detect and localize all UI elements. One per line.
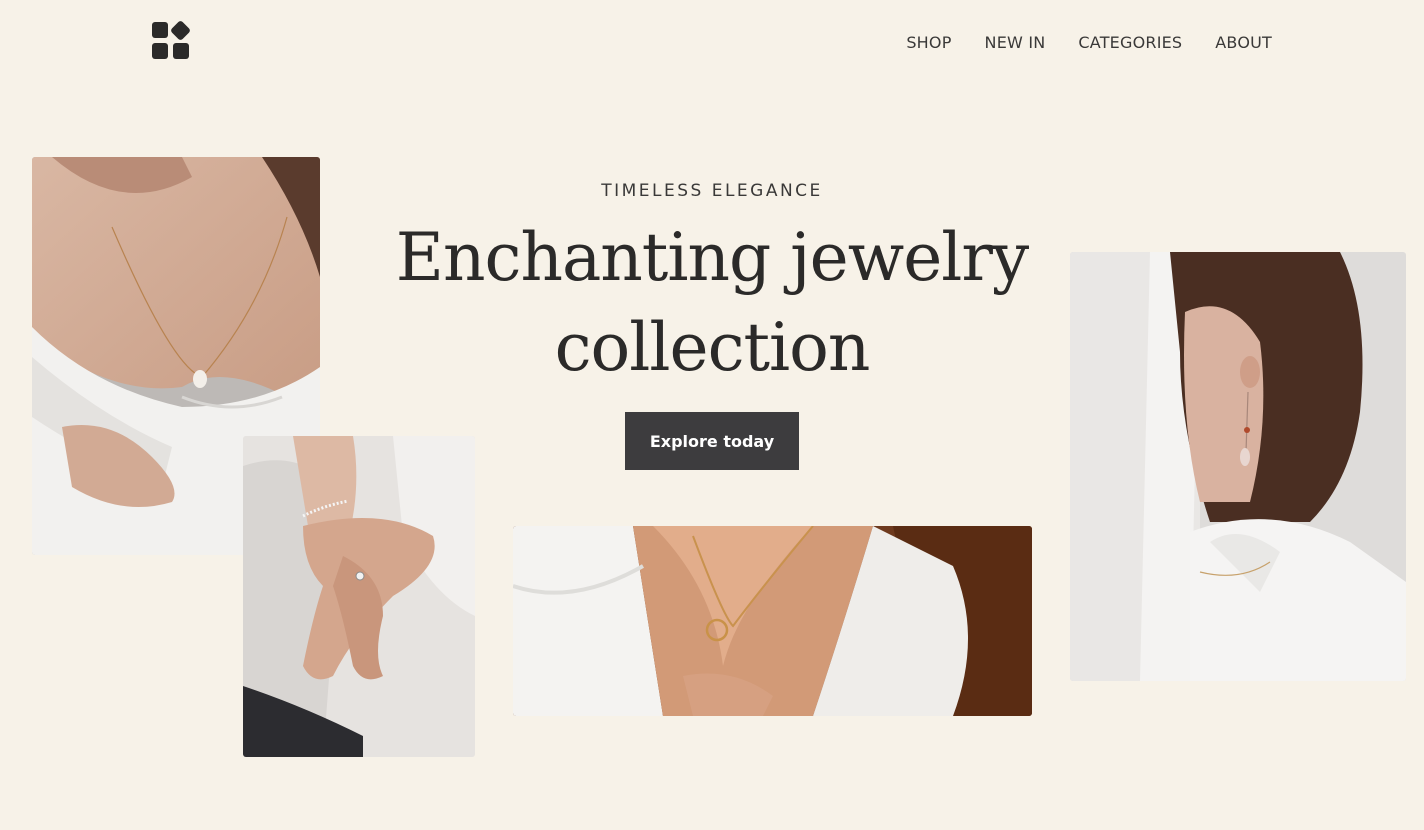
nav-about[interactable]: ABOUT bbox=[1215, 33, 1272, 52]
headline-line-2: collection bbox=[554, 309, 871, 386]
headline-line-1: Enchanting jewelry bbox=[395, 219, 1029, 296]
brand-logo-icon[interactable] bbox=[152, 19, 192, 60]
page: SHOP NEW IN CATEGORIES ABOUT TIMELESS EL… bbox=[0, 0, 1424, 830]
explore-button[interactable]: Explore today bbox=[625, 412, 799, 470]
pendant-necklace-photo bbox=[513, 526, 1032, 716]
logo-diamond bbox=[169, 19, 192, 42]
nav-shop[interactable]: SHOP bbox=[906, 33, 951, 52]
nav-categories[interactable]: CATEGORIES bbox=[1078, 33, 1182, 52]
nav-new-in[interactable]: NEW IN bbox=[985, 33, 1046, 52]
logo-square bbox=[152, 22, 168, 38]
hands-ring-photo bbox=[243, 436, 475, 757]
hero-headline: Enchanting jewelry collection bbox=[362, 213, 1062, 393]
earring-portrait-photo bbox=[1070, 252, 1406, 681]
logo-square bbox=[152, 43, 168, 59]
hero-eyebrow: TIMELESS ELEGANCE bbox=[601, 181, 823, 201]
logo-square bbox=[173, 43, 189, 59]
main-nav: SHOP NEW IN CATEGORIES ABOUT bbox=[906, 33, 1272, 52]
